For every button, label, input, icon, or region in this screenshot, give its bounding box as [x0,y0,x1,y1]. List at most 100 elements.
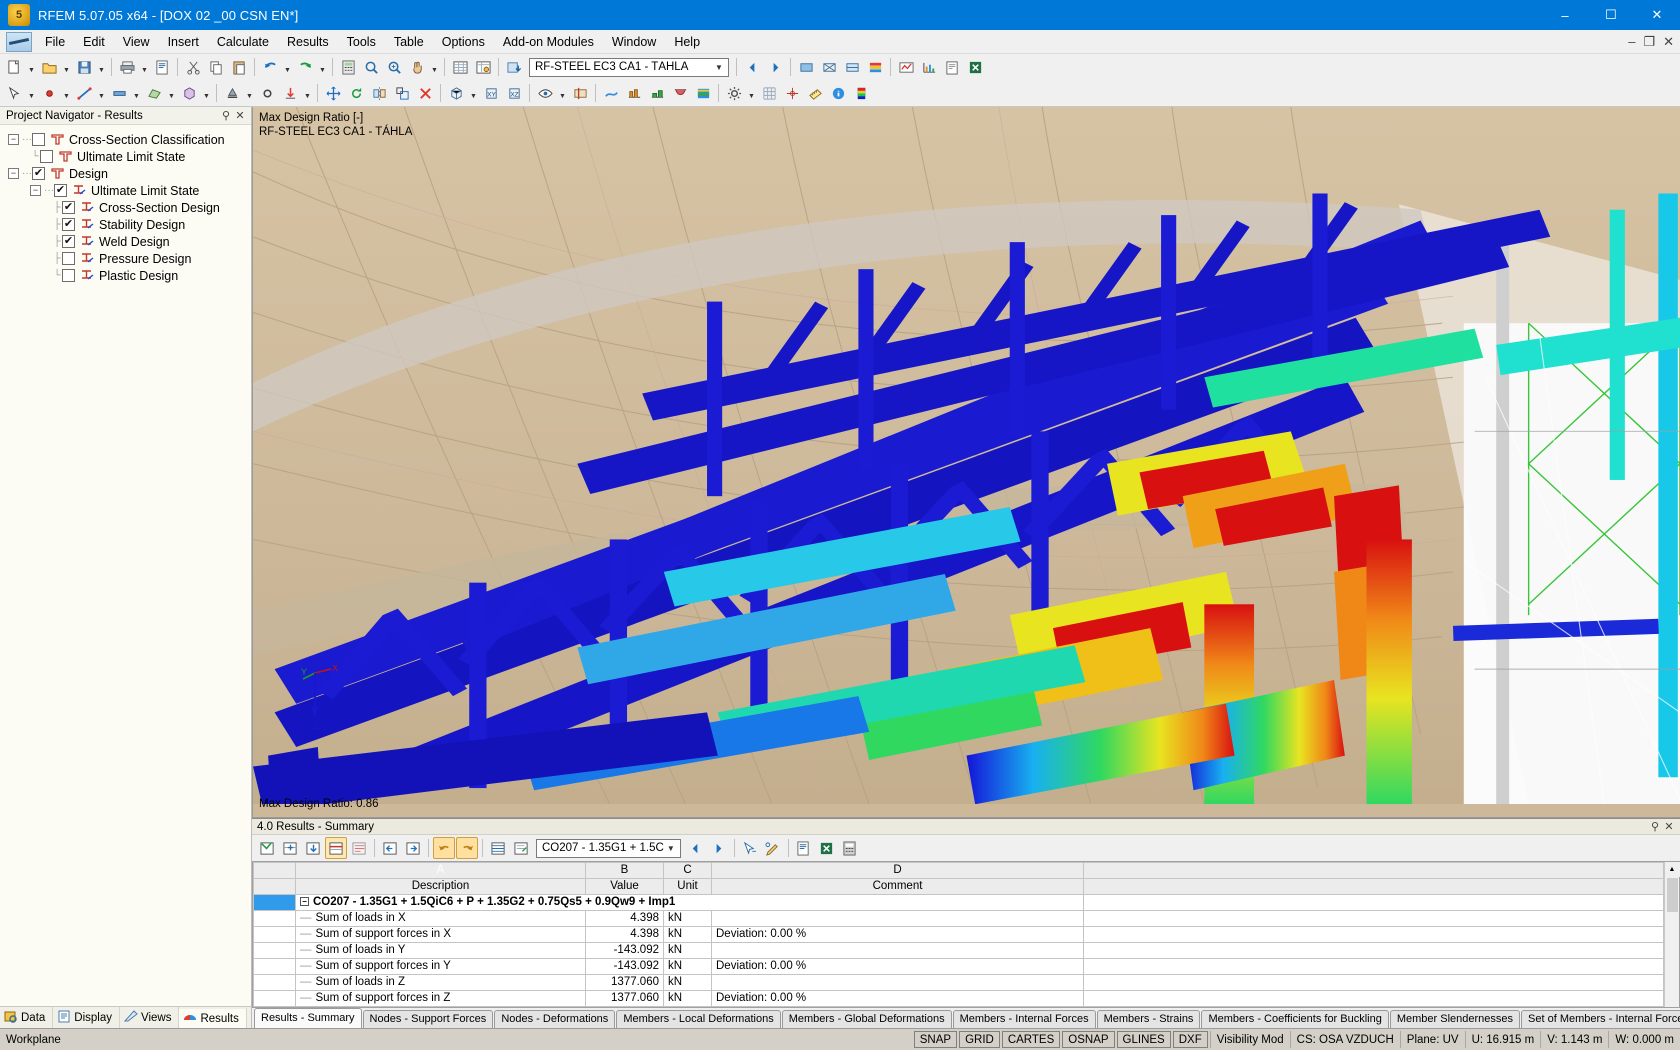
table-row[interactable]: — Sum of support forces in Z 1377.060 kN … [253,990,1664,1007]
new-node-icon[interactable] [38,82,60,104]
menu-item-view[interactable]: View [114,32,159,52]
row-header[interactable] [253,958,296,975]
table-row[interactable]: — Sum of loads in Z 1377.060 kN [253,974,1664,991]
results-table[interactable]: A B C D Description Value Unit Comment −… [253,862,1664,1007]
next-icon[interactable] [708,837,730,859]
row-header[interactable] [253,974,296,991]
support-node-icon[interactable] [221,82,243,104]
section-icon[interactable] [569,82,591,104]
tab-members-local-deformations[interactable]: Members - Local Deformations [616,1010,781,1028]
menu-item-file[interactable]: File [36,32,74,52]
status-snap-toggle[interactable]: SNAP [913,1031,958,1048]
row-header[interactable] [253,942,296,959]
pan-dropdown-icon[interactable]: ▼ [429,56,440,78]
view-xy-icon[interactable]: XY [480,82,502,104]
chevron-down-icon[interactable]: ▼ [712,63,726,72]
new-surface-dropdown-icon[interactable]: ▼ [166,82,177,104]
results-table-container[interactable]: A B C D Description Value Unit Comment −… [252,861,1680,1008]
table-export-excel-icon[interactable] [816,837,838,859]
navigator-tab-display[interactable]: Display [53,1007,121,1028]
status-visibility-mode[interactable]: Visibility Mod [1209,1031,1290,1048]
table-prev-block-icon[interactable] [379,837,401,859]
grid-toggle-icon[interactable] [758,82,780,104]
scale-icon[interactable] [391,82,413,104]
table-redo-icon[interactable] [456,837,478,859]
new-file-icon[interactable] [3,56,25,78]
table-settings-icon[interactable] [472,56,494,78]
move-icon[interactable] [322,82,344,104]
pin-icon[interactable]: ⚲ [1648,820,1662,833]
pin-icon[interactable]: ⚲ [219,109,233,122]
new-surface-icon[interactable] [143,82,165,104]
table-row[interactable]: — Sum of support forces in X 4.398 kN Dev… [253,926,1664,943]
tab-members-strains[interactable]: Members - Strains [1096,1010,1201,1028]
menu-item-calculate[interactable]: Calculate [208,32,278,52]
load-case-combo[interactable]: CO207 - 1.35G1 + 1.5C ▼ [536,838,681,858]
visibility-dropdown-icon[interactable]: ▼ [557,82,568,104]
checkbox-design[interactable]: ✔ [32,167,45,180]
table-edit-icon[interactable] [256,837,278,859]
table-show-all-icon[interactable] [487,837,509,859]
delete-icon[interactable] [414,82,436,104]
tab-members-global-deformations[interactable]: Members - Global Deformations [781,1010,952,1028]
navigator-tab-data[interactable]: Data [0,1007,54,1028]
results-contour-icon[interactable] [692,82,714,104]
display-colors-icon[interactable] [864,56,886,78]
undo-icon[interactable] [259,56,281,78]
table-insert-row-icon[interactable] [279,837,301,859]
group-expander-icon[interactable]: − [300,897,309,907]
expander-icon[interactable]: − [30,185,41,196]
model-viewport[interactable]: Max Design Ratio [-] RF-STEEL EC3 CA1 - … [252,107,1680,818]
view-xz-icon[interactable]: XZ [503,82,525,104]
table-undo-icon[interactable] [433,837,455,859]
support-node-dropdown-icon[interactable]: ▼ [244,82,255,104]
checkbox-weld-design[interactable]: ✔ [62,235,75,248]
menu-item-addon-modules[interactable]: Add-on Modules [494,32,603,52]
table-report-icon[interactable] [793,837,815,859]
row-header[interactable] [253,990,296,1007]
color-scale-icon[interactable] [850,82,872,104]
status-cartes-toggle[interactable]: CARTES [1001,1031,1061,1048]
chevron-down-icon[interactable]: ▼ [664,844,678,853]
new-line-dropdown-icon[interactable]: ▼ [96,82,107,104]
checkbox-stability-design[interactable]: ✔ [62,218,75,231]
tree-node-stability-design[interactable]: ├ ✔ Stability Design [8,216,251,233]
table-vertical-scrollbar[interactable]: ▲ [1664,862,1680,1007]
status-grid-toggle[interactable]: GRID [959,1031,1000,1048]
column-letter-b[interactable]: B [585,862,664,879]
expander-icon[interactable]: − [8,134,19,145]
table-next-block-icon[interactable] [402,837,424,859]
checkbox-ultimate-limit-state[interactable]: ✔ [54,184,67,197]
model-3d-render[interactable] [253,107,1680,805]
select-objects-icon[interactable] [3,82,25,104]
new-solid-icon[interactable] [178,82,200,104]
calculate-icon[interactable] [337,56,359,78]
column-letter-c[interactable]: C [663,862,712,879]
open-file-icon[interactable] [38,56,60,78]
load-icon[interactable] [279,82,301,104]
mdi-close-button[interactable]: ✕ [1663,34,1674,50]
tree-node-design[interactable]: − ··· ✔ Design [8,165,251,182]
status-glines-toggle[interactable]: GLINES [1116,1031,1171,1048]
results-axial-icon[interactable] [623,82,645,104]
column-letter-extra[interactable] [1083,862,1664,879]
expander-icon[interactable]: − [8,168,19,179]
addon-module-start-icon[interactable] [503,56,525,78]
close-icon[interactable]: ✕ [1662,820,1676,833]
minimize-button[interactable]: – [1542,0,1588,30]
table-row[interactable]: — Sum of support forces in Y -143.092 kN … [253,958,1664,975]
save-file-dropdown-icon[interactable]: ▼ [96,56,107,78]
copy-icon[interactable] [205,56,227,78]
tab-nodes-support-forces[interactable]: Nodes - Support Forces [362,1010,494,1028]
tab-members-internal-forces[interactable]: Members - Internal Forces [952,1010,1096,1028]
menu-item-window[interactable]: Window [603,32,665,52]
scroll-up-icon[interactable]: ▲ [1664,862,1680,877]
table-filter-icon[interactable] [325,837,347,859]
checkbox-cross-section-classification[interactable] [32,133,45,146]
render-solid-icon[interactable] [795,56,817,78]
tree-node-cross-section-design[interactable]: ├ ✔ Cross-Section Design [8,199,251,216]
tab-set-of-members-internal-forces[interactable]: Set of Members - Internal Forces [1521,1010,1680,1028]
new-member-icon[interactable] [108,82,130,104]
visibility-icon[interactable] [534,82,556,104]
row-header[interactable] [253,910,296,927]
